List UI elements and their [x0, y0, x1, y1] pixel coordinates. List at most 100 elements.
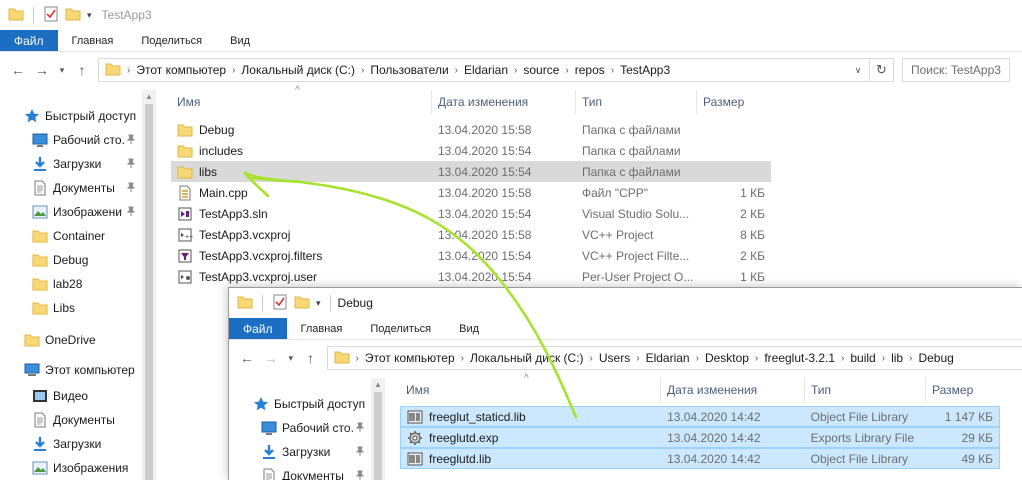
breadcrumb-segment[interactable]: Этот компьютер [361, 351, 459, 365]
scroll-up-arrow[interactable]: ▲ [371, 378, 385, 392]
nav-item[interactable]: Быстрый доступ [253, 392, 365, 416]
chevron-right-icon[interactable]: › [634, 353, 641, 364]
column-type[interactable]: Тип [576, 90, 697, 114]
chevron-right-icon[interactable]: › [563, 65, 570, 76]
file-row[interactable]: includes 13.04.2020 15:54 Папка с файлами [171, 140, 771, 161]
file-row[interactable]: Debug 13.04.2020 15:58 Папка с файлами [171, 119, 771, 140]
breadcrumb-segment[interactable]: TestApp3 [616, 63, 674, 77]
nav-item[interactable]: Libs [32, 296, 75, 320]
nav-item[interactable]: Рабочий сто. [32, 128, 136, 152]
back-button[interactable]: ← [8, 60, 28, 80]
nav-scrollbar[interactable]: ▲ [142, 90, 156, 480]
tab-share[interactable]: Поделиться [127, 30, 216, 51]
tab-view[interactable]: Вид [445, 318, 493, 339]
chevron-right-icon[interactable]: › [453, 65, 460, 76]
breadcrumb-segment[interactable]: Локальный диск (C:) [466, 351, 588, 365]
nav-item[interactable]: OneDrive [24, 328, 96, 352]
chevron-right-icon[interactable]: › [230, 65, 237, 76]
nav-item[interactable]: Рабочий сто. [261, 416, 365, 440]
chevron-right-icon[interactable]: › [459, 353, 466, 364]
new-folder-icon[interactable] [65, 6, 81, 25]
column-size[interactable]: Размер [926, 378, 1000, 402]
nav-item[interactable]: Загрузки [32, 432, 101, 456]
nav-item[interactable]: Быстрый доступ [24, 104, 136, 128]
breadcrumb-segment[interactable]: Desktop [701, 351, 753, 365]
breadcrumb-segment[interactable]: repos [571, 63, 609, 77]
properties-icon[interactable] [43, 6, 59, 25]
nav-item[interactable]: Этот компьютер [24, 358, 135, 382]
back-button[interactable]: ← [237, 348, 257, 368]
nav-item[interactable]: Документы [261, 464, 365, 480]
scroll-up-arrow[interactable]: ▲ [142, 90, 156, 104]
chevron-right-icon[interactable]: › [880, 353, 887, 364]
tab-share[interactable]: Поделиться [356, 318, 445, 339]
recent-locations-button[interactable]: ▾ [285, 348, 297, 368]
chevron-right-icon[interactable]: › [907, 353, 914, 364]
scrollbar-thumb[interactable] [374, 392, 382, 480]
search-input[interactable]: Поиск: TestApp3 [902, 58, 1010, 82]
column-name[interactable]: Имя [400, 378, 661, 402]
new-folder-icon[interactable] [294, 294, 310, 313]
chevron-right-icon[interactable]: › [609, 65, 616, 76]
properties-icon[interactable] [272, 294, 288, 313]
tab-file[interactable]: Файл [0, 30, 58, 51]
scrollbar-thumb[interactable] [145, 104, 153, 480]
breadcrumb-segment[interactable]: Eldarian [460, 63, 512, 77]
chevron-right-icon[interactable]: › [753, 353, 760, 364]
nav-item[interactable]: Загрузки [261, 440, 365, 464]
breadcrumb-segment[interactable]: Eldarian [642, 351, 694, 365]
nav-item[interactable]: Container [32, 224, 105, 248]
file-row[interactable]: freeglut_staticd.lib 13.04.2020 14:42 Obje… [400, 406, 1000, 427]
nav-item[interactable]: Изображения [32, 456, 128, 480]
customize-toolbar-icon[interactable]: ▾ [316, 298, 321, 309]
file-row[interactable]: libs 13.04.2020 15:54 Папка с файлами [171, 161, 771, 182]
column-type[interactable]: Тип [805, 378, 926, 402]
up-button[interactable]: ↑ [72, 60, 92, 80]
file-row[interactable]: freeglutd.exp 13.04.2020 14:42 Exports Lib… [400, 427, 1000, 448]
customize-toolbar-icon[interactable]: ▾ [87, 10, 92, 21]
chevron-right-icon[interactable]: › [588, 353, 595, 364]
file-row[interactable]: Main.cpp 13.04.2020 15:58 Файл "CPP" 1 КБ [171, 182, 771, 203]
breadcrumb-segment[interactable]: build [846, 351, 879, 365]
file-row[interactable]: TestApp3.sln 13.04.2020 15:54 Visual Studi… [171, 203, 771, 224]
refresh-button[interactable]: ↻ [869, 59, 893, 81]
column-date[interactable]: Дата изменения [432, 90, 576, 114]
tab-view[interactable]: Вид [216, 30, 264, 51]
nav-scrollbar[interactable]: ▲ [371, 378, 385, 480]
breadcrumb-segment[interactable]: Локальный диск (C:) [237, 63, 359, 77]
nav-item[interactable]: Документы [32, 408, 115, 432]
up-button[interactable]: ↑ [301, 348, 321, 368]
folder-icon[interactable] [237, 294, 253, 313]
column-name[interactable]: Имя [171, 90, 432, 114]
breadcrumb-segment[interactable]: Debug [914, 351, 957, 365]
nav-item[interactable]: Документы [32, 176, 136, 200]
address-history-dropdown[interactable]: ∨ [849, 59, 867, 81]
chevron-right-icon[interactable]: › [359, 65, 366, 76]
nav-item[interactable]: lab28 [32, 272, 82, 296]
forward-button[interactable]: → [261, 348, 281, 368]
address-bar[interactable]: › Этот компьютер › Локальный диск (C:) › Use… [326, 346, 1022, 370]
breadcrumb-segment[interactable]: Users [595, 351, 634, 365]
chevron-right-icon[interactable]: › [512, 65, 519, 76]
tab-home[interactable]: Главная [287, 318, 357, 339]
nav-item[interactable]: Загрузки [32, 152, 136, 176]
chevron-right-icon[interactable]: › [839, 353, 846, 364]
nav-item[interactable]: Debug [32, 248, 88, 272]
tab-home[interactable]: Главная [58, 30, 128, 51]
file-row[interactable]: TestApp3.vcxproj.user 13.04.2020 15:54 Per… [171, 266, 771, 287]
nav-item[interactable]: Изображени [32, 200, 136, 224]
recent-locations-button[interactable]: ▾ [56, 60, 68, 80]
breadcrumb-segment[interactable]: Пользователи [366, 63, 452, 77]
breadcrumb-segment[interactable]: source [519, 63, 563, 77]
breadcrumb-segment[interactable]: Этот компьютер [132, 63, 230, 77]
column-date[interactable]: Дата изменения [661, 378, 805, 402]
nav-item[interactable]: Видео [32, 384, 88, 408]
breadcrumb-segment[interactable]: lib [887, 351, 907, 365]
forward-button[interactable]: → [32, 60, 52, 80]
tab-file[interactable]: Файл [229, 318, 287, 339]
chevron-right-icon[interactable]: › [694, 353, 701, 364]
folder-icon[interactable] [8, 6, 24, 25]
breadcrumb-segment[interactable]: freeglut-3.2.1 [760, 351, 839, 365]
column-size[interactable]: Размер [697, 90, 771, 114]
address-bar[interactable]: › Этот компьютер › Локальный диск (C:) › Пол… [98, 58, 894, 82]
